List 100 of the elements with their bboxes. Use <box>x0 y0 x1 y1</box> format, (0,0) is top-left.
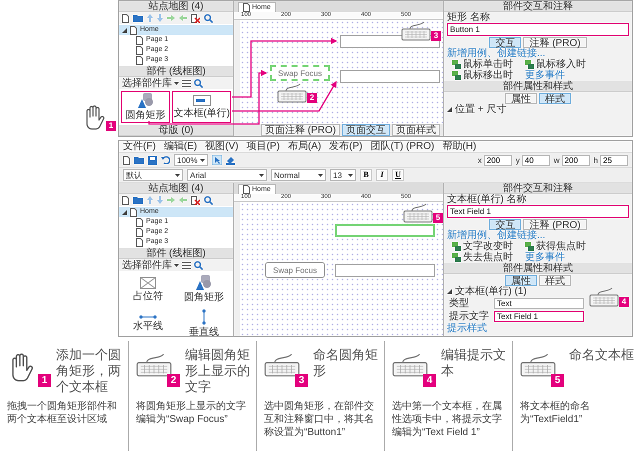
add-case-link[interactable]: 新增用例、创建链接... <box>444 48 632 59</box>
panel-tab[interactable]: 样式 <box>539 275 571 286</box>
menu-item[interactable]: 编辑(E) <box>164 141 198 152</box>
folder-icon[interactable] <box>133 196 143 204</box>
menu-item[interactable]: 视图(V) <box>205 141 238 152</box>
more-events-link[interactable]: 更多事件 <box>525 252 586 263</box>
zoom-dropdown[interactable]: 100% <box>174 154 208 166</box>
hint-style-link[interactable]: 提示样式 <box>444 323 632 334</box>
style-dropdown[interactable]: 默认 <box>123 169 183 181</box>
name-field[interactable]: Button 1 <box>447 23 629 36</box>
keyboard-icon <box>520 353 556 377</box>
section-title: 文本框(单行) (1) <box>455 286 527 297</box>
folder-icon[interactable] <box>134 156 144 164</box>
panel-title: 部件 (线框图) <box>119 248 233 259</box>
keyboard-icon <box>589 287 619 307</box>
step-badge: 1 <box>106 121 116 131</box>
field-label: x <box>478 154 482 166</box>
add-case-link[interactable]: 新增用例、创建链接... <box>444 230 632 241</box>
event-item[interactable]: 失去焦点时 <box>452 252 513 263</box>
menu-icon[interactable] <box>182 80 191 86</box>
geometry-field[interactable]: 25 <box>600 154 628 166</box>
widget-tile[interactable]: 圆角矩形 <box>121 91 170 123</box>
more-events-link[interactable]: 更多事件 <box>525 70 586 81</box>
keyboard-icon <box>392 353 428 377</box>
library-dropdown[interactable]: 选择部件库 <box>122 260 179 270</box>
horizontal-line-icon <box>139 314 157 318</box>
panel-tab[interactable]: 页面注释 (PRO) <box>260 124 340 136</box>
panel-tab[interactable]: 注释 (PRO) <box>523 219 587 230</box>
folder-icon[interactable] <box>133 14 143 22</box>
panel-tab[interactable]: 页面样式 <box>392 124 440 136</box>
size-dropdown[interactable]: 13 <box>330 169 356 181</box>
event-icon <box>525 60 534 69</box>
menu-icon[interactable] <box>182 262 191 268</box>
event-icon <box>452 253 461 262</box>
delete-page-icon[interactable] <box>191 14 200 22</box>
step-description: 将文本框的命名为“TextField1” <box>520 400 591 426</box>
menu-item[interactable]: 帮助(H) <box>442 141 476 152</box>
library-dropdown[interactable]: 选择部件库 <box>122 78 179 88</box>
panel-tab[interactable]: 属性 <box>505 275 537 286</box>
panel-tab[interactable]: 属性 <box>505 93 537 104</box>
rounded-rectangle: Swap Focus <box>270 65 330 81</box>
widget-tile[interactable]: 占位符 <box>121 273 175 305</box>
expand-icon[interactable] <box>122 210 127 214</box>
property-field[interactable]: Text Field 1 <box>494 311 584 322</box>
panel-tab[interactable]: 页面交互 <box>342 124 390 136</box>
panel-tab[interactable]: 样式 <box>539 93 571 104</box>
property-field[interactable]: Text <box>494 298 584 309</box>
event-item[interactable]: 文字改变时 <box>452 241 513 252</box>
step-badge: 2 <box>307 93 317 103</box>
field-label: 提示文字 <box>449 311 490 322</box>
event-item[interactable]: 鼠标移入时 <box>525 59 586 70</box>
search-icon[interactable] <box>204 14 213 22</box>
event-item[interactable]: 鼠标移出时 <box>452 70 513 81</box>
widget-tile[interactable]: 垂直线 <box>177 307 231 336</box>
expand-icon[interactable] <box>447 289 452 294</box>
expand-icon[interactable] <box>122 28 127 32</box>
panel-tab[interactable]: 注释 (PRO) <box>523 37 587 48</box>
format-button[interactable]: U <box>392 169 404 181</box>
search-icon[interactable] <box>204 196 213 204</box>
fill-color-icon[interactable] <box>226 156 236 164</box>
widget-tile[interactable]: 水平线 <box>121 307 175 336</box>
step-title: 添加一个圆角矩形，两个文本框 <box>56 347 122 395</box>
search-icon[interactable] <box>194 78 203 88</box>
delete-page-icon[interactable] <box>191 196 200 204</box>
step-description: 选中圆角矩形，在部件交互和注释窗口中，将其名称设置为“Button1” <box>264 400 375 439</box>
caret-icon <box>174 264 179 266</box>
geometry-field[interactable]: 200 <box>484 154 512 166</box>
geometry-field[interactable]: 40 <box>522 154 550 166</box>
widget-tile[interactable]: 文本框(单行) <box>172 91 231 123</box>
event-icon <box>525 242 534 251</box>
event-item[interactable]: 鼠标单击时 <box>452 59 513 70</box>
menu-item[interactable]: 布局(A) <box>288 141 322 152</box>
caret-icon <box>200 158 206 162</box>
page-icon <box>123 156 130 164</box>
panel-tab[interactable]: 交互 <box>489 37 522 48</box>
step-badge: 3 <box>431 31 441 41</box>
step-title: 编辑提示文本 <box>441 347 506 379</box>
name-field[interactable]: Text Field 1 <box>447 205 629 218</box>
menu-item[interactable]: 团队(T) (PRO) <box>370 141 434 152</box>
caret-icon <box>259 174 264 176</box>
step-description: 选中第一个文本框，在属性选项卡中，将提示文字编辑为“Text Field 1” <box>392 400 503 439</box>
format-button[interactable]: I <box>376 169 388 181</box>
menu-item[interactable]: 发布(P) <box>329 141 362 152</box>
expand-icon[interactable] <box>447 107 452 112</box>
widget-tile[interactable]: 圆角矩形 <box>177 273 231 305</box>
event-item[interactable]: 获得焦点时 <box>525 241 586 252</box>
menu-item[interactable]: 项目(P) <box>246 141 280 152</box>
pointer-icon[interactable] <box>212 155 222 165</box>
field-label: 类型 <box>449 298 470 309</box>
search-icon[interactable] <box>194 260 203 270</box>
event-icon <box>452 60 461 69</box>
step-badge: 4 <box>619 297 629 307</box>
geometry-field[interactable]: 200 <box>562 154 590 166</box>
undo-icon[interactable] <box>161 156 170 164</box>
format-button[interactable]: B <box>360 169 372 181</box>
placeholder-icon <box>140 276 156 288</box>
font-dropdown[interactable]: Arial <box>187 169 267 181</box>
weight-dropdown[interactable]: Normal <box>271 169 326 181</box>
save-icon[interactable] <box>148 156 157 164</box>
panel-tab[interactable]: 交互 <box>489 219 522 230</box>
